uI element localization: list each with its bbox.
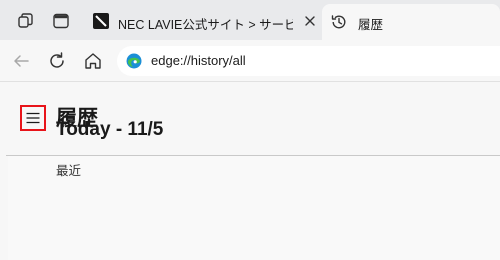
section-label-recent: 最近 [56, 163, 82, 178]
hamburger-icon [26, 112, 40, 124]
workspaces-icon[interactable] [16, 11, 36, 31]
tab-title: 履歴 [358, 18, 384, 32]
url-text: edge://history/all [151, 53, 246, 68]
tab-nec-lavie[interactable]: NEC LAVIE公式サイト > サービス＆サポート [84, 4, 295, 40]
tab-title: NEC LAVIE公式サイト > サービス＆サポート [118, 18, 293, 32]
history-icon [330, 13, 348, 31]
address-bar[interactable]: edge://history/all [117, 46, 500, 76]
history-card [8, 156, 500, 260]
tab-actions-icon[interactable] [51, 11, 71, 31]
back-arrow-icon[interactable] [10, 50, 32, 72]
tab-history[interactable]: 履歴 [322, 4, 500, 40]
tab-strip: NEC LAVIE公式サイト > サービス＆サポート 履歴 [0, 0, 500, 40]
home-icon[interactable] [82, 50, 104, 72]
close-icon[interactable] [300, 11, 320, 31]
day-heading: Today - 11/5 [56, 119, 164, 140]
refresh-icon[interactable] [46, 50, 68, 72]
navigation-toolbar: edge://history/all [0, 40, 500, 82]
nec-favicon [92, 12, 110, 30]
menu-button[interactable] [20, 105, 46, 131]
edge-logo-icon [126, 53, 142, 69]
